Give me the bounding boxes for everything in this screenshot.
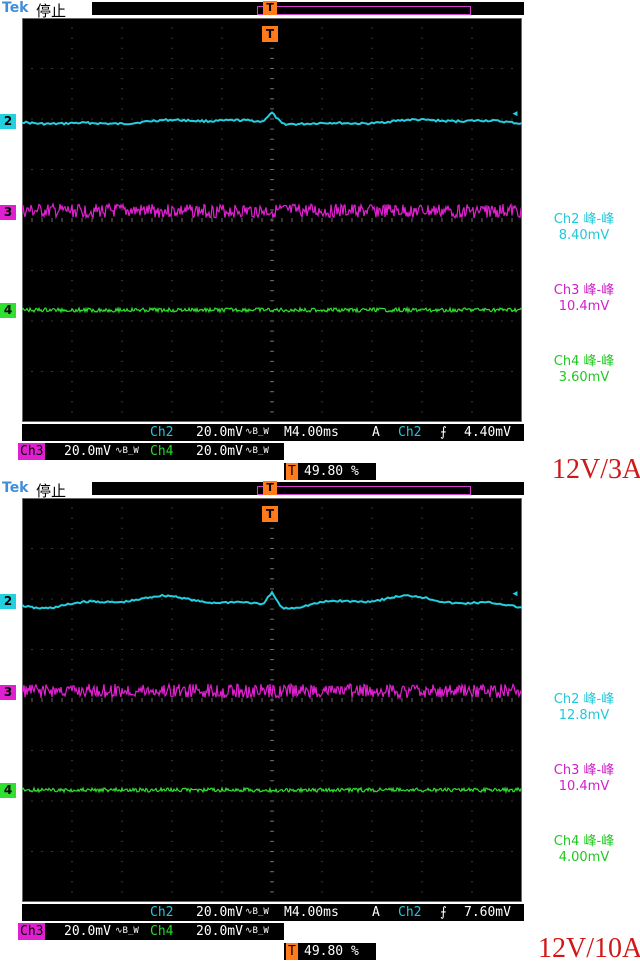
measurement-value: 4.00mV xyxy=(558,850,610,865)
ch4-marker[interactable]: 4 xyxy=(0,783,16,798)
bandwidth-icon: ∿B_W xyxy=(245,427,269,437)
trigger-source: Ch2 xyxy=(398,425,422,440)
waveform-graticule xyxy=(22,498,522,902)
info-line-2: Ch3 20.0mV ∿B_W Ch4 20.0mV ∿B_W xyxy=(18,923,284,940)
measurement-value: 12.8mV xyxy=(558,708,610,723)
trigger-pos-icon: T xyxy=(286,463,298,480)
ch2-scale: 20.0mV xyxy=(196,425,243,440)
info-line-2: Ch3 20.0mV ∿B_W Ch4 20.0mV ∿B_W xyxy=(18,443,284,460)
info-line-3: T 49.80 % xyxy=(284,943,376,960)
condition-label: 12V/10A xyxy=(538,933,640,964)
trigger-marker-icon: T xyxy=(262,506,278,522)
measurement-value: 10.4mV xyxy=(558,779,610,794)
trigger-source: Ch2 xyxy=(398,905,422,920)
ch2-label: Ch2 xyxy=(150,425,174,440)
brand-logo: Tek xyxy=(2,480,29,496)
info-line-3: T 49.80 % xyxy=(284,463,376,480)
ch2-scale: 20.0mV xyxy=(196,905,243,920)
ch2-label: Ch2 xyxy=(150,905,174,920)
ch3-label: Ch3 xyxy=(18,443,46,460)
scope-panel-bottom: Tek 停止 T T 2 3 4 ◂ Ch2 峰-峰 12.8mV Ch3 峰-… xyxy=(0,480,640,964)
measurement-value: 3.60mV xyxy=(558,370,610,385)
waveform-screen xyxy=(22,498,522,902)
ch4-label: Ch4 xyxy=(150,924,174,939)
trigger-mode: A xyxy=(372,425,380,440)
trigger-level-icon: ◂ xyxy=(511,586,519,601)
bandwidth-icon: ∿B_W xyxy=(245,926,269,936)
trigger-mode: A xyxy=(372,905,380,920)
measurement-ch3: Ch3 峰-峰 10.4mV xyxy=(530,283,638,315)
timebase: M4.00ms xyxy=(284,425,339,440)
measurement-label: Ch4 峰-峰 xyxy=(553,354,615,369)
trigger-pos-icon: T xyxy=(286,943,298,960)
ch4-marker[interactable]: 4 xyxy=(0,303,16,318)
measurement-label: Ch2 峰-峰 xyxy=(553,212,615,227)
record-bar xyxy=(92,482,524,495)
ch4-scale: 20.0mV xyxy=(196,924,243,939)
ch3-marker[interactable]: 3 xyxy=(0,205,16,220)
bandwidth-icon: ∿B_W xyxy=(115,926,139,936)
ch2-marker[interactable]: 2 xyxy=(0,114,16,129)
ch4-label: Ch4 xyxy=(150,444,174,459)
measurement-label: Ch3 峰-峰 xyxy=(553,763,615,778)
bandwidth-icon: ∿B_W xyxy=(245,907,269,917)
trigger-position-icon: T xyxy=(263,1,277,15)
bandwidth-icon: ∿B_W xyxy=(115,446,139,456)
measurement-ch2: Ch2 峰-峰 8.40mV xyxy=(530,212,638,244)
trigger-level-icon: ◂ xyxy=(511,106,519,121)
ch3-marker[interactable]: 3 xyxy=(0,685,16,700)
ch3-scale: 20.0mV xyxy=(64,924,111,939)
measurement-label: Ch2 峰-峰 xyxy=(553,692,615,707)
scope-panel-top: Tek 停止 T T 2 3 4 ◂ Ch2 峰-峰 8.40mV Ch3 峰-… xyxy=(0,0,640,485)
trigger-slope-icon: ⨍ xyxy=(440,905,447,920)
trigger-level: 4.40mV xyxy=(464,425,511,440)
ch3-label: Ch3 xyxy=(18,923,46,940)
measurement-ch4: Ch4 峰-峰 4.00mV xyxy=(530,834,638,866)
bandwidth-icon: ∿B_W xyxy=(245,446,269,456)
record-window xyxy=(257,6,471,15)
record-bar xyxy=(92,2,524,15)
measurement-ch2: Ch2 峰-峰 12.8mV xyxy=(530,692,638,724)
waveform-graticule xyxy=(22,18,522,422)
measurement-label: Ch4 峰-峰 xyxy=(553,834,615,849)
info-line-1: Ch2 20.0mV ∿B_W M4.00ms A Ch2 ⨍ 7.60mV xyxy=(22,904,524,921)
trigger-marker-icon: T xyxy=(262,26,278,42)
measurement-label: Ch3 峰-峰 xyxy=(553,283,615,298)
measurement-ch3: Ch3 峰-峰 10.4mV xyxy=(530,763,638,795)
timebase: M4.00ms xyxy=(284,905,339,920)
brand-logo: Tek xyxy=(2,0,29,16)
trigger-slope-icon: ⨍ xyxy=(440,425,447,440)
trigger-position: 49.80 % xyxy=(304,464,359,479)
ch3-scale: 20.0mV xyxy=(64,444,111,459)
info-line-1: Ch2 20.0mV ∿B_W M4.00ms A Ch2 ⨍ 4.40mV xyxy=(22,424,524,441)
trigger-position-icon: T xyxy=(263,481,277,495)
measurement-value: 10.4mV xyxy=(558,299,610,314)
waveform-screen xyxy=(22,18,522,422)
trigger-position: 49.80 % xyxy=(304,944,359,959)
ch4-scale: 20.0mV xyxy=(196,444,243,459)
measurement-ch4: Ch4 峰-峰 3.60mV xyxy=(530,354,638,386)
record-window xyxy=(257,486,471,495)
ch2-marker[interactable]: 2 xyxy=(0,594,16,609)
trigger-level: 7.60mV xyxy=(464,905,511,920)
measurement-value: 8.40mV xyxy=(558,228,610,243)
